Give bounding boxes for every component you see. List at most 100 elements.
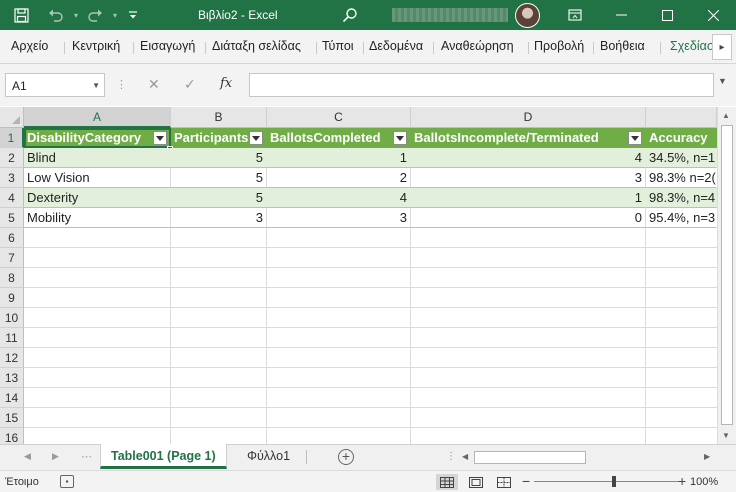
formula-bar-grip-icon[interactable]: ⋮	[116, 78, 127, 91]
row-header-12[interactable]: 12	[0, 348, 24, 368]
customize-toolbar-icon[interactable]	[124, 6, 142, 24]
table-cell[interactable]: Low Vision	[24, 168, 171, 188]
scroll-down-icon[interactable]: ▼	[722, 431, 730, 440]
add-sheet-button[interactable]: +	[338, 449, 354, 465]
column-header-d[interactable]: D	[411, 107, 646, 128]
cancel-icon[interactable]: ✕	[148, 76, 160, 93]
table-cell[interactable]: 34.5%, n=1	[646, 148, 717, 168]
tab-view[interactable]: Προβολή	[534, 39, 584, 53]
close-icon[interactable]	[690, 0, 736, 30]
scroll-up-icon[interactable]: ▲	[722, 111, 730, 120]
tab-data[interactable]: Δεδομένα	[369, 39, 423, 53]
table-cell[interactable]: 4	[267, 188, 411, 208]
tab-page-layout[interactable]: Διάταξη σελίδας	[212, 39, 301, 53]
filter-dropdown-icon[interactable]	[249, 131, 263, 145]
table-cell[interactable]: 5	[171, 188, 267, 208]
table-header-cell[interactable]: Participants	[171, 128, 267, 148]
ribbon-scroll-right-icon[interactable]: ▸	[712, 34, 732, 60]
table-cell[interactable]: Blind	[24, 148, 171, 168]
redo-icon[interactable]	[86, 6, 104, 24]
page-break-preview-icon[interactable]	[493, 474, 515, 490]
row-header-7[interactable]: 7	[0, 248, 24, 268]
table-cell[interactable]: 1	[411, 188, 646, 208]
chevron-down-icon[interactable]: ▼	[92, 81, 100, 90]
formula-input[interactable]	[249, 73, 714, 97]
row-header-16[interactable]: 16	[0, 428, 24, 444]
minimize-icon[interactable]	[598, 0, 644, 30]
table-cell[interactable]: 4	[411, 148, 646, 168]
row-header-15[interactable]: 15	[0, 408, 24, 428]
table-cell[interactable]: 3	[171, 208, 267, 228]
tab-file[interactable]: Αρχείο	[11, 39, 48, 53]
scroll-left-icon[interactable]: ◀	[462, 452, 468, 461]
table-cell[interactable]: 5	[171, 168, 267, 188]
macro-recording-icon[interactable]: ▪	[60, 475, 74, 488]
enter-icon[interactable]: ✓	[184, 76, 196, 93]
zoom-level[interactable]: 100%	[690, 476, 718, 488]
maximize-icon[interactable]	[644, 0, 690, 30]
column-header-e[interactable]	[646, 107, 717, 128]
vertical-scrollbar[interactable]: ▲ ▼	[717, 107, 736, 444]
tab-review[interactable]: Αναθεώρηση	[441, 39, 514, 53]
column-header-a[interactable]: A	[24, 107, 171, 128]
table-cell[interactable]: 3	[411, 168, 646, 188]
select-all-button[interactable]	[0, 107, 24, 128]
table-cell[interactable]: Mobility	[24, 208, 171, 228]
zoom-in-button[interactable]: +	[678, 473, 686, 489]
next-sheet-icon[interactable]: ▶	[52, 451, 59, 462]
filter-dropdown-icon[interactable]	[628, 131, 642, 145]
page-layout-view-icon[interactable]	[465, 474, 487, 490]
horizontal-scrollbar[interactable]: ◀ ▶	[458, 450, 716, 466]
row-header-1[interactable]: 1	[0, 128, 24, 148]
undo-dropdown-icon[interactable]: ▾	[67, 6, 85, 24]
zoom-slider[interactable]	[534, 481, 682, 482]
row-header-6[interactable]: 6	[0, 228, 24, 248]
horizontal-scroll-thumb[interactable]	[474, 451, 586, 464]
name-box[interactable]: A1 ▼	[5, 73, 105, 97]
normal-view-icon[interactable]	[436, 474, 458, 490]
avatar[interactable]	[515, 3, 540, 28]
table-cell[interactable]: 98.3% n=2(	[646, 168, 717, 188]
filter-dropdown-icon[interactable]	[393, 131, 407, 145]
save-icon[interactable]	[12, 6, 30, 24]
column-header-c[interactable]: C	[267, 107, 411, 128]
table-header-cell[interactable]: BallotsIncomplete/Terminated	[411, 128, 646, 148]
table-cell[interactable]: Dexterity	[24, 188, 171, 208]
table-cell[interactable]: 1	[267, 148, 411, 168]
sheet-list-more-icon[interactable]: ⋯	[81, 450, 92, 463]
row-header-8[interactable]: 8	[0, 268, 24, 288]
insert-function-icon[interactable]: fx	[220, 76, 232, 91]
row-header-5[interactable]: 5	[0, 208, 24, 228]
zoom-slider-thumb[interactable]	[612, 476, 616, 487]
column-header-b[interactable]: B	[171, 107, 267, 128]
row-header-13[interactable]: 13	[0, 368, 24, 388]
table-cell[interactable]: 3	[267, 208, 411, 228]
tab-insert[interactable]: Εισαγωγή	[140, 39, 195, 53]
table-cell[interactable]: 98.3%, n=4	[646, 188, 717, 208]
table-header-cell[interactable]: DisabilityCategory	[24, 128, 171, 148]
search-icon[interactable]	[341, 6, 359, 24]
splitter-grip-icon[interactable]: ⋮	[446, 451, 456, 462]
row-header-2[interactable]: 2	[0, 148, 24, 168]
tab-home[interactable]: Κεντρική	[72, 39, 120, 53]
row-header-9[interactable]: 9	[0, 288, 24, 308]
ribbon-display-options-icon[interactable]	[552, 0, 598, 30]
tab-help[interactable]: Βοήθεια	[600, 39, 645, 53]
worksheet-grid[interactable]: A B C D 1 2 3 4 5 6 7 8 9 10 11 12 13 14…	[0, 107, 736, 444]
row-header-11[interactable]: 11	[0, 328, 24, 348]
scroll-right-icon[interactable]: ▶	[704, 452, 710, 461]
undo-icon[interactable]	[47, 6, 65, 24]
row-header-10[interactable]: 10	[0, 308, 24, 328]
expand-formula-bar-icon[interactable]: ▼	[718, 76, 727, 86]
table-header-cell[interactable]: BallotsCompleted	[267, 128, 411, 148]
table-cell[interactable]: 95.4%, n=3	[646, 208, 717, 228]
table-header-cell[interactable]: Accuracy	[646, 128, 717, 148]
vertical-scroll-thumb[interactable]	[721, 125, 733, 425]
tab-formulas[interactable]: Τύποι	[322, 39, 354, 53]
table-cell[interactable]: 0	[411, 208, 646, 228]
redo-dropdown-icon[interactable]: ▾	[106, 6, 124, 24]
sheet-tab-table001[interactable]: Table001 (Page 1)	[100, 444, 227, 469]
sheet-tab-sheet1[interactable]: Φύλλο1	[237, 444, 300, 469]
prev-sheet-icon[interactable]: ◀	[24, 451, 31, 462]
row-header-3[interactable]: 3	[0, 168, 24, 188]
